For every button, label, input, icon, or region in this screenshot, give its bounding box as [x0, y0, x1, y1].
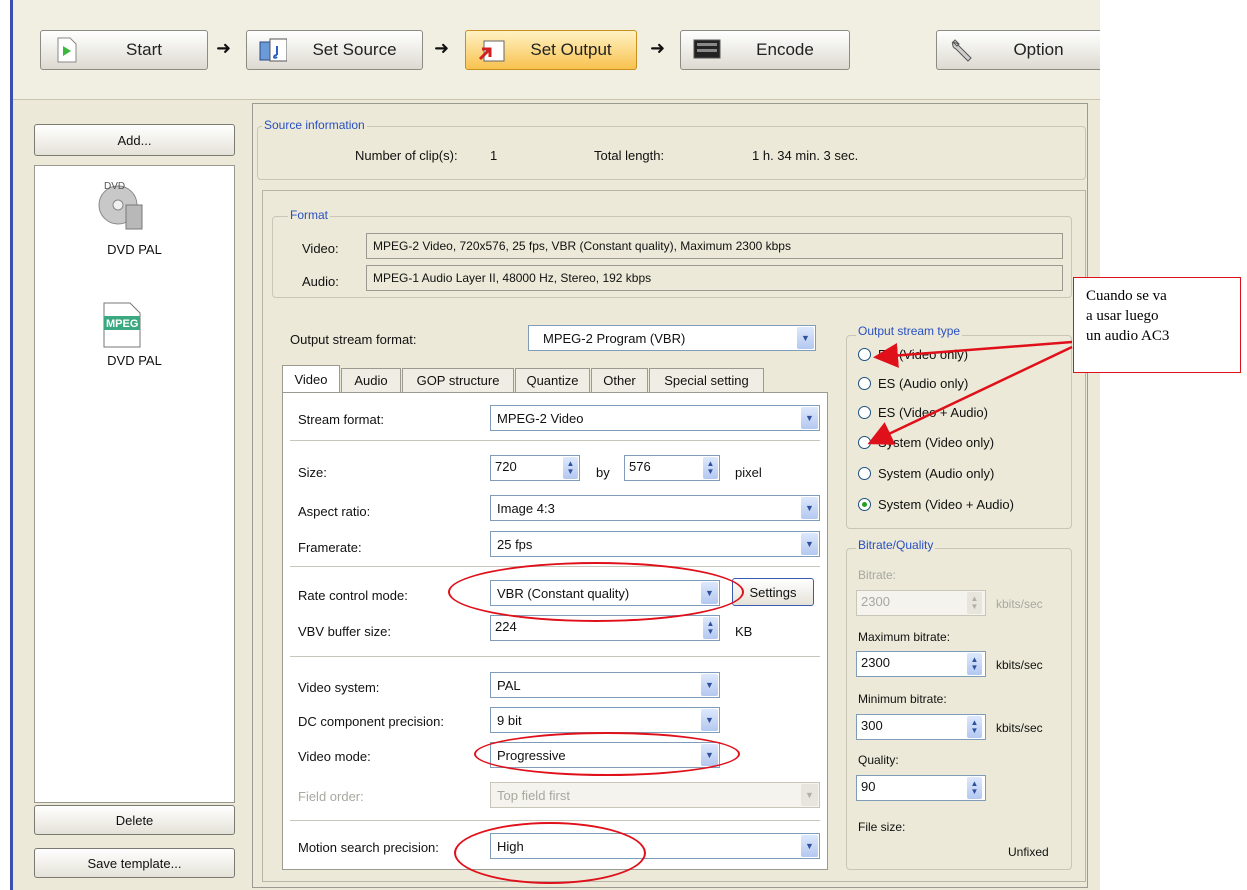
annotation-note: Cuando se va a usar luego un audio AC3: [1073, 277, 1241, 373]
annotation-line: un audio AC3: [1086, 328, 1170, 344]
annotation-arrows-icon: [867, 340, 1073, 445]
annotation-line: a usar luego: [1086, 308, 1159, 324]
annotation-line: Cuando se va: [1086, 288, 1167, 304]
